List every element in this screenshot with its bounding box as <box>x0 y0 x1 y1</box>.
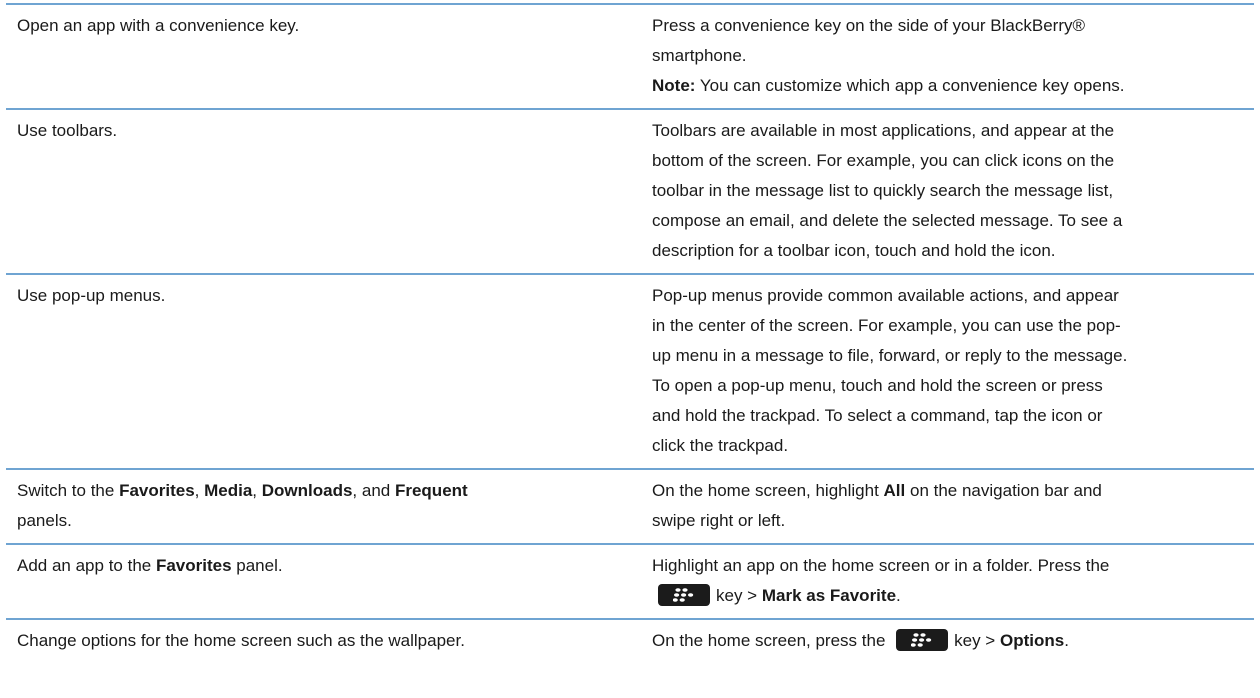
task-text: , and <box>352 481 395 500</box>
task-cell: Use pop-up menus. <box>6 275 642 468</box>
description-line: click the trackpad. <box>652 436 789 455</box>
task-cell: Change options for the home screen such … <box>6 620 642 663</box>
description-cell: Highlight an app on the home screen or i… <box>642 545 1254 618</box>
panel-name: Favorites <box>119 481 195 500</box>
task-text: Add an app to the <box>17 556 156 575</box>
description-line: in the center of the screen. For example… <box>652 316 1121 335</box>
task-text: Use toolbars. <box>17 121 118 140</box>
table-row: Use toolbars. Toolbars are available in … <box>6 108 1254 273</box>
note-text: You can customize which app a convenienc… <box>695 76 1125 95</box>
nav-item-name: All <box>883 481 906 500</box>
task-text: Change options for the home screen such … <box>17 631 465 650</box>
description-line: up menu in a message to file, forward, o… <box>652 346 1128 365</box>
task-line: panels. <box>17 511 72 530</box>
description-line: and hold the trackpad. To select a comma… <box>652 406 1103 425</box>
menu-command: Mark as Favorite <box>761 586 897 605</box>
description-line: On the home screen, highlight All on the… <box>652 476 1244 506</box>
description-cell: Pop-up menus provide common available ac… <box>642 275 1254 468</box>
blackberry-menu-key-icon <box>658 584 710 607</box>
description-line: swipe right or left. <box>652 511 786 530</box>
blackberry-menu-key-icon <box>896 629 949 652</box>
table-row: Add an app to the Favorites panel. Highl… <box>6 543 1254 618</box>
description-line: Highlight an app on the home screen or i… <box>652 556 1110 575</box>
description-cell: On the home screen, highlight All on the… <box>642 470 1254 543</box>
description-text: . <box>896 586 901 605</box>
description-text: key > <box>716 586 762 605</box>
task-text: panel. <box>231 556 283 575</box>
panel-name: Frequent <box>394 481 468 500</box>
note-label: Note: <box>652 76 696 95</box>
description-line: Press a convenience key on the side of y… <box>652 16 1086 35</box>
table-row: Switch to the Favorites, Media, Download… <box>6 468 1254 543</box>
table-row: Use pop-up menus. Pop-up menus provide c… <box>6 273 1254 468</box>
description-line: description for a toolbar icon, touch an… <box>652 241 1056 260</box>
task-cell: Use toolbars. <box>6 110 642 273</box>
description-line: Toolbars are available in most applicati… <box>652 121 1115 140</box>
description-line: key > Mark as Favorite. <box>652 581 1244 611</box>
task-cell: Open an app with a convenience key. <box>6 5 642 108</box>
description-line: smartphone. <box>652 46 747 65</box>
task-cell: Add an app to the Favorites panel. <box>6 545 642 618</box>
table-row: Open an app with a convenience key. Pres… <box>6 3 1254 108</box>
task-text: Open an app with a convenience key. <box>17 16 300 35</box>
description-text: On the home screen, highlight <box>652 481 884 500</box>
task-text: Use pop-up menus. <box>17 286 166 305</box>
menu-command: Options <box>999 631 1065 650</box>
feature-table: Open an app with a convenience key. Pres… <box>6 3 1254 663</box>
description-text: on the navigation bar and <box>905 481 1102 500</box>
task-text: Switch to the <box>17 481 120 500</box>
description-line: To open a pop-up menu, touch and hold th… <box>652 376 1103 395</box>
panel-name: Media <box>204 481 253 500</box>
task-text: , <box>252 481 262 500</box>
description-cell: Press a convenience key on the side of y… <box>642 5 1254 108</box>
description-line: bottom of the screen. For example, you c… <box>652 151 1115 170</box>
panel-name: Favorites <box>155 556 232 575</box>
task-cell: Switch to the Favorites, Media, Download… <box>6 470 642 543</box>
description-cell: Toolbars are available in most applicati… <box>642 110 1254 273</box>
panel-name: Downloads <box>261 481 353 500</box>
description-text: . <box>1064 631 1069 650</box>
note-line: Note: You can customize which app a conv… <box>652 71 1244 101</box>
task-line: Switch to the Favorites, Media, Download… <box>17 476 632 506</box>
task-text: , <box>194 481 205 500</box>
description-line: Pop-up menus provide common available ac… <box>652 286 1119 305</box>
table-row: Change options for the home screen such … <box>6 618 1254 663</box>
description-line: compose an email, and delete the selecte… <box>652 211 1123 230</box>
description-cell: On the home screen, press the key > Opti… <box>642 620 1254 663</box>
description-text: key > <box>954 631 1000 650</box>
description-text: On the home screen, press the <box>652 631 891 650</box>
description-line: toolbar in the message list to quickly s… <box>652 181 1114 200</box>
